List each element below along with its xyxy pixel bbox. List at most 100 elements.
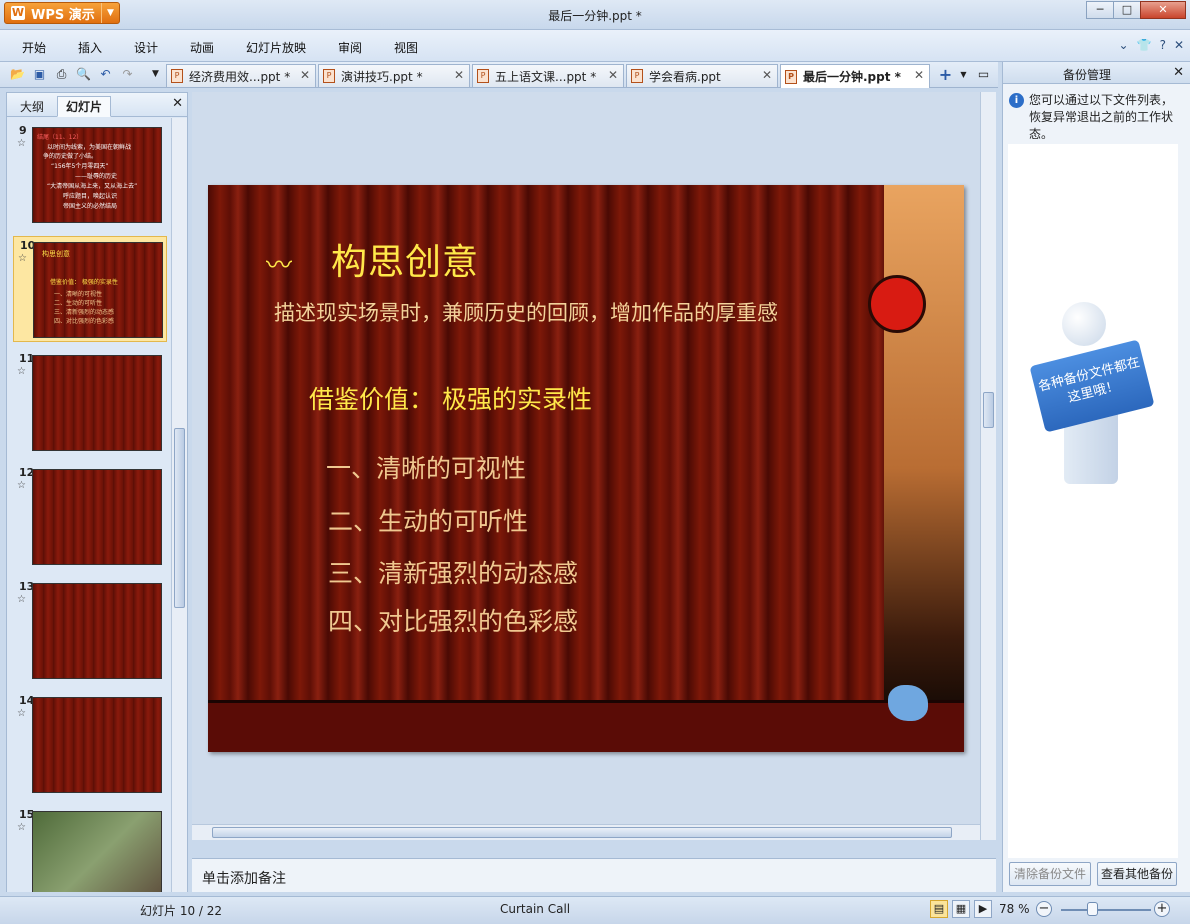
backup-sign: 各种备份文件都在这里哦！: [1029, 339, 1155, 433]
clear-backup-button[interactable]: 清除备份文件: [1009, 862, 1091, 886]
minimize-icon[interactable]: ─: [1086, 1, 1114, 19]
slide-list-item[interactable]: 三、清新强烈的动态感: [328, 554, 578, 590]
stage-floor-decoration: [208, 700, 964, 752]
doc-tab[interactable]: P 五上语文课...ppt * ✕: [472, 64, 624, 87]
info-icon: i: [1009, 93, 1024, 108]
close-icon[interactable]: ✕: [172, 96, 183, 111]
close-icon[interactable]: ✕: [1173, 65, 1184, 80]
slide-thumbnail[interactable]: 15 ☆: [13, 806, 167, 892]
close-doc-icon[interactable]: ✕: [1174, 38, 1184, 52]
close-icon[interactable]: ✕: [1140, 1, 1186, 19]
thumbnail-list: 9 ☆ 结尾（11、12） 以时间为线索，为美国在朝鲜战 争的历史做了小结。 “…: [7, 118, 171, 892]
doc-tab-label: 经济费用效...ppt *: [189, 69, 291, 84]
slide-list-item[interactable]: 二、生动的可听性: [328, 502, 528, 538]
doc-tab[interactable]: P 学会看病.ppt ✕: [626, 64, 778, 87]
thumb-text: “大清帝国从海上来，又从海上去”: [47, 183, 138, 190]
ppt-file-icon: P: [171, 69, 183, 83]
tab-slides[interactable]: 幻灯片: [57, 96, 112, 117]
canvas-vertical-scrollbar[interactable]: [980, 92, 996, 840]
curtain-decoration: [884, 185, 964, 752]
doc-tab-label: 最后一分钟.ppt *: [803, 70, 901, 84]
slide-editing-area: 〰 构思创意 描述现实场景时，兼顾历史的回顾，增加作品的厚重感 借鉴价值： 极强…: [192, 92, 996, 840]
collapse-ribbon-icon[interactable]: ⌄: [1119, 38, 1129, 52]
menu-review[interactable]: 审阅: [338, 39, 362, 56]
menu-view[interactable]: 视图: [394, 39, 418, 56]
canvas-horizontal-scrollbar[interactable]: [192, 824, 980, 840]
backup-info: i 您可以通过以下文件列表，恢复异常退出之前的工作状态。: [1009, 92, 1181, 143]
doc-tab-active[interactable]: P 最后一分钟.ppt * ✕: [780, 64, 930, 88]
doc-tab-label: 演讲技巧.ppt *: [341, 69, 423, 84]
doc-tab-label: 五上语文课...ppt *: [495, 69, 597, 84]
menu-design[interactable]: 设计: [134, 39, 158, 56]
tab-layout-icon[interactable]: ▭: [976, 67, 991, 82]
zoom-slider-handle[interactable]: [1087, 902, 1098, 916]
slide-title[interactable]: 构思创意: [331, 233, 479, 285]
red-seal-decoration: [868, 275, 926, 333]
save-icon[interactable]: ▣: [32, 67, 47, 82]
redo-icon[interactable]: ↷: [120, 67, 135, 82]
doc-tab[interactable]: P 演讲技巧.ppt * ✕: [318, 64, 470, 87]
new-tab-icon[interactable]: +: [938, 67, 953, 83]
slide-preview: 构思创意 借鉴价值： 极强的实录性 一、清晰的可视性 二、生动的可听性 三、清新…: [33, 242, 163, 338]
slideshow-icon[interactable]: ▶: [974, 900, 992, 918]
doc-tab[interactable]: P 经济费用效...ppt * ✕: [166, 64, 316, 87]
ppt-file-icon: P: [785, 69, 797, 84]
animation-star-icon: ☆: [17, 366, 26, 377]
slide-thumbnail-selected[interactable]: 10 ☆ 构思创意 借鉴价值： 极强的实录性 一、清晰的可视性 二、生动的可听性…: [13, 236, 167, 342]
tab-outline[interactable]: 大纲: [11, 96, 53, 117]
tab-list-icon[interactable]: ▼: [956, 67, 971, 82]
scrollbar-thumb[interactable]: [983, 392, 994, 428]
slide-subtitle[interactable]: 描述现实场景时，兼顾历史的回顾，增加作品的厚重感: [274, 297, 778, 327]
skin-icon[interactable]: 👕: [1137, 38, 1152, 52]
slide-list-item[interactable]: 四、对比强烈的色彩感: [328, 602, 578, 638]
close-tab-icon[interactable]: ✕: [300, 68, 310, 82]
help-icon[interactable]: ?: [1160, 38, 1166, 52]
normal-view-icon[interactable]: ▤: [930, 900, 948, 918]
slide-heading[interactable]: 借鉴价值： 极强的实录性: [309, 380, 592, 416]
zoom-in-icon[interactable]: +: [1154, 901, 1170, 917]
close-tab-icon[interactable]: ✕: [762, 68, 772, 82]
status-bar: 幻灯片 10 / 22 Curtain Call ▤ ▦ ▶ 78 % − +: [0, 896, 1190, 924]
menu-animation[interactable]: 动画: [190, 39, 214, 56]
close-tab-icon[interactable]: ✕: [454, 68, 464, 82]
thumbnail-scrollbar[interactable]: [171, 118, 187, 892]
slide-thumbnail[interactable]: 12 ☆: [13, 464, 167, 570]
view-other-backup-button[interactable]: 查看其他备份: [1097, 862, 1177, 886]
slide-preview: [32, 583, 162, 679]
slide-thumbnail[interactable]: 11 ☆: [13, 350, 167, 456]
customize-toolbar-icon[interactable]: ▼: [148, 67, 163, 82]
open-folder-icon[interactable]: 📂: [10, 67, 25, 82]
slide-list-item[interactable]: 一、清晰的可视性: [326, 449, 526, 485]
close-tab-icon[interactable]: ✕: [608, 68, 618, 82]
menu-insert[interactable]: 插入: [78, 39, 102, 56]
slide-preview: [32, 355, 162, 451]
thumb-text: 帝国主义的必然结局: [63, 203, 118, 210]
menu-right-tools: ⌄ 👕 ? ✕: [1119, 38, 1184, 52]
print-preview-icon[interactable]: 🔍: [76, 67, 91, 82]
menu-slideshow[interactable]: 幻灯片放映: [246, 39, 306, 56]
animation-star-icon: ☆: [18, 253, 27, 264]
panel-title[interactable]: 备份管理: [1003, 66, 1171, 83]
scrollbar-thumb[interactable]: [212, 827, 952, 838]
document-tab-row: 📂 ▣ ⎙ 🔍 ↶ ↷ ▼ P 经济费用效...ppt * ✕ P 演讲技巧.p…: [0, 62, 998, 88]
notes-placeholder[interactable]: 单击添加备注: [202, 868, 286, 888]
animation-star-icon: ☆: [17, 138, 26, 149]
theme-name: Curtain Call: [500, 902, 571, 916]
print-icon[interactable]: ⎙: [54, 67, 69, 82]
zoom-slider-track[interactable]: [1061, 909, 1151, 911]
maximize-icon[interactable]: □: [1113, 1, 1141, 19]
slide-sorter-icon[interactable]: ▦: [952, 900, 970, 918]
menu-start[interactable]: 开始: [22, 39, 46, 56]
animation-star-icon: ☆: [17, 708, 26, 719]
slide-thumbnail[interactable]: 14 ☆: [13, 692, 167, 798]
scrollbar-thumb[interactable]: [174, 428, 185, 608]
ppt-file-icon: P: [477, 69, 489, 83]
slide-thumbnail-panel: 大纲 幻灯片 ✕ 9 ☆ 结尾（11、12） 以时间为线索，为美国在朝鲜战 争的…: [6, 92, 188, 892]
slide-canvas[interactable]: 〰 构思创意 描述现实场景时，兼顾历史的回顾，增加作品的厚重感 借鉴价值： 极强…: [208, 185, 964, 752]
slide-thumbnail[interactable]: 13 ☆: [13, 578, 167, 684]
notes-area[interactable]: 单击添加备注: [192, 858, 996, 892]
slide-thumbnail[interactable]: 9 ☆ 结尾（11、12） 以时间为线索，为美国在朝鲜战 争的历史做了小结。 “…: [13, 122, 167, 228]
close-tab-icon[interactable]: ✕: [914, 68, 924, 82]
undo-icon[interactable]: ↶: [98, 67, 113, 82]
zoom-out-icon[interactable]: −: [1036, 901, 1052, 917]
